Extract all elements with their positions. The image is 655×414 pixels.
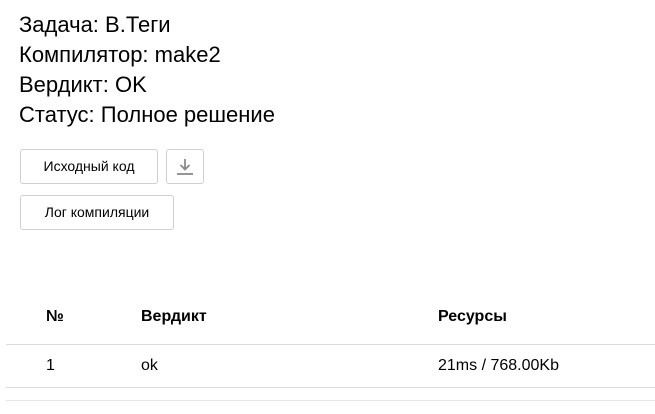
status-line: Статус: Полное решение: [19, 100, 275, 130]
task-value: В.Теги: [105, 12, 171, 37]
task-label: Задача:: [19, 12, 99, 37]
header-verdict: Вердикт: [141, 290, 438, 345]
verdict-label: Вердикт:: [19, 72, 109, 97]
submission-info: Задача: В.Теги Компилятор: make2 Вердикт…: [19, 10, 275, 130]
cell-num: 1: [6, 344, 141, 388]
source-code-button[interactable]: Исходный код: [20, 149, 158, 184]
tests-header-row: № Вердикт Ресурсы: [6, 290, 655, 345]
compiler-label: Компилятор:: [19, 42, 149, 67]
compiler-line: Компилятор: make2: [19, 40, 275, 70]
download-icon: [167, 158, 203, 176]
status-value: Полное решение: [100, 102, 275, 127]
compiler-value: make2: [154, 42, 221, 67]
verdict-line: Вердикт: OK: [19, 70, 275, 100]
cell-verdict: ok: [141, 344, 438, 388]
verdict-value: OK: [114, 72, 147, 97]
task-line: Задача: В.Теги: [19, 10, 275, 40]
header-num: №: [6, 290, 141, 345]
divider: [6, 400, 655, 401]
header-resources: Ресурсы: [438, 290, 655, 345]
compile-log-button[interactable]: Лог компиляции: [20, 195, 174, 230]
cell-resources: 21ms / 768.00Kb: [438, 344, 655, 388]
table-row: 1 ok 21ms / 768.00Kb: [6, 344, 655, 388]
download-button[interactable]: [166, 149, 204, 184]
status-label: Статус:: [19, 102, 95, 127]
tests-table: № Вердикт Ресурсы 1 ok 21ms / 768.00Kb: [6, 290, 655, 388]
